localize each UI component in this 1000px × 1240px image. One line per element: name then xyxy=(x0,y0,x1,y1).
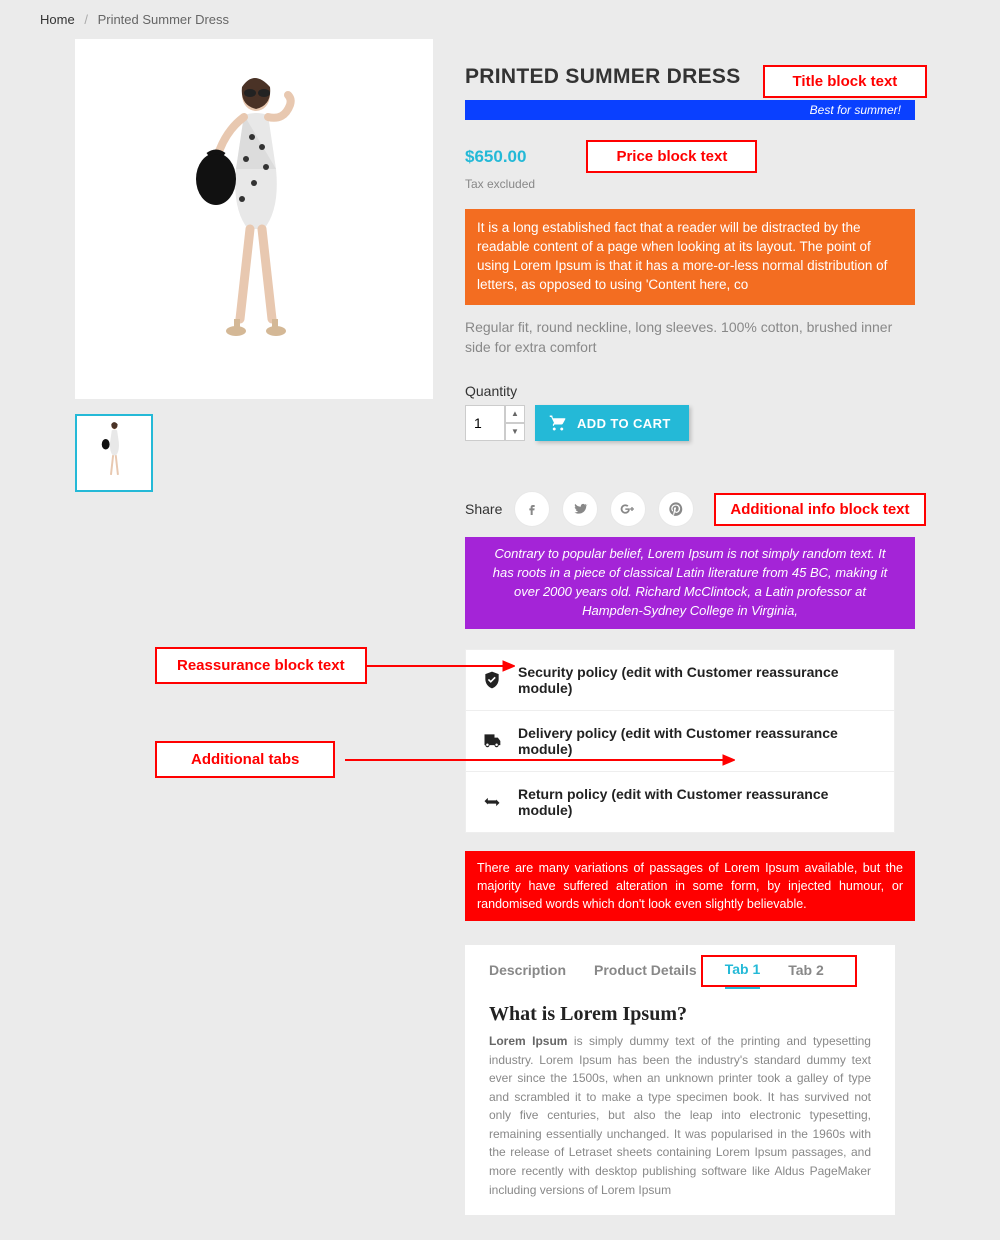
tab-custom-2[interactable]: Tab 2 xyxy=(788,962,824,988)
product-main-image[interactable] xyxy=(75,39,433,399)
add-to-cart-label: ADD TO CART xyxy=(577,416,671,431)
breadcrumb-home[interactable]: Home xyxy=(40,12,75,27)
product-tabs: Description Product Details Tab 1 Tab 2 … xyxy=(465,945,895,1215)
add-to-cart-button[interactable]: ADD TO CART xyxy=(535,405,689,441)
share-pinterest-button[interactable] xyxy=(658,491,694,527)
cart-icon xyxy=(549,414,567,432)
title-tagline: Best for summer! xyxy=(810,103,901,117)
breadcrumb-separator: / xyxy=(84,12,88,27)
short-description: Regular fit, round neckline, long sleeve… xyxy=(465,317,915,358)
tab-product-details[interactable]: Product Details xyxy=(594,962,697,988)
reassurance-security-text: Security policy (edit with Customer reas… xyxy=(518,664,878,696)
arrow-icon xyxy=(345,753,735,767)
callout-additional-tabs: Additional tabs xyxy=(155,741,335,778)
twitter-icon xyxy=(572,501,588,517)
tax-note: Tax excluded xyxy=(465,177,975,191)
product-price: $650.00 xyxy=(465,147,526,167)
quantity-up-button[interactable]: ▲ xyxy=(505,405,525,423)
tab-content-heading: What is Lorem Ipsum? xyxy=(489,1003,871,1026)
share-twitter-button[interactable] xyxy=(562,491,598,527)
reassurance-return-text: Return policy (edit with Customer reassu… xyxy=(518,786,878,818)
reassurance-list: Security policy (edit with Customer reas… xyxy=(465,649,895,833)
quantity-input[interactable] xyxy=(465,405,505,441)
share-googleplus-button[interactable] xyxy=(610,491,646,527)
tab-content-body: Lorem Ipsum is simply dummy text of the … xyxy=(489,1032,871,1199)
exchange-icon xyxy=(482,792,502,812)
share-facebook-button[interactable] xyxy=(514,491,550,527)
product-thumbnail[interactable] xyxy=(75,414,153,492)
tab-description[interactable]: Description xyxy=(489,962,566,988)
callout-additional-info-block: Additional info block text xyxy=(714,493,925,526)
callout-reassurance-block: Reassurance block text xyxy=(155,647,367,684)
quantity-down-button[interactable]: ▼ xyxy=(505,423,525,441)
quantity-stepper[interactable]: ▲ ▼ xyxy=(465,405,525,441)
callout-price-block: Price block text xyxy=(586,140,757,173)
quantity-label: Quantity xyxy=(465,383,975,399)
product-title: PRINTED SUMMER DRESS xyxy=(465,65,741,89)
tab-custom-1[interactable]: Tab 1 xyxy=(725,961,761,989)
reassurance-delivery-text: Delivery policy (edit with Customer reas… xyxy=(518,725,878,757)
callout-title-block: Title block text xyxy=(763,65,928,98)
title-tagline-bar: Best for summer! xyxy=(465,100,915,120)
share-label: Share xyxy=(465,501,502,517)
product-photo-illustration xyxy=(164,59,344,379)
googleplus-icon xyxy=(620,501,636,517)
facebook-icon xyxy=(524,501,540,517)
reassurance-block-text: There are many variations of passages of… xyxy=(465,851,915,921)
pinterest-icon xyxy=(668,501,684,517)
arrow-icon xyxy=(365,659,515,673)
title-block-text: It is a long established fact that a rea… xyxy=(465,209,915,305)
reassurance-item-return[interactable]: Return policy (edit with Customer reassu… xyxy=(466,772,894,832)
breadcrumb-current: Printed Summer Dress xyxy=(98,12,229,27)
breadcrumb: Home / Printed Summer Dress xyxy=(25,0,975,39)
truck-icon xyxy=(482,731,502,751)
additional-info-block-text: Contrary to popular belief, Lorem Ipsum … xyxy=(465,537,915,628)
reassurance-item-security[interactable]: Security policy (edit with Customer reas… xyxy=(466,650,894,711)
